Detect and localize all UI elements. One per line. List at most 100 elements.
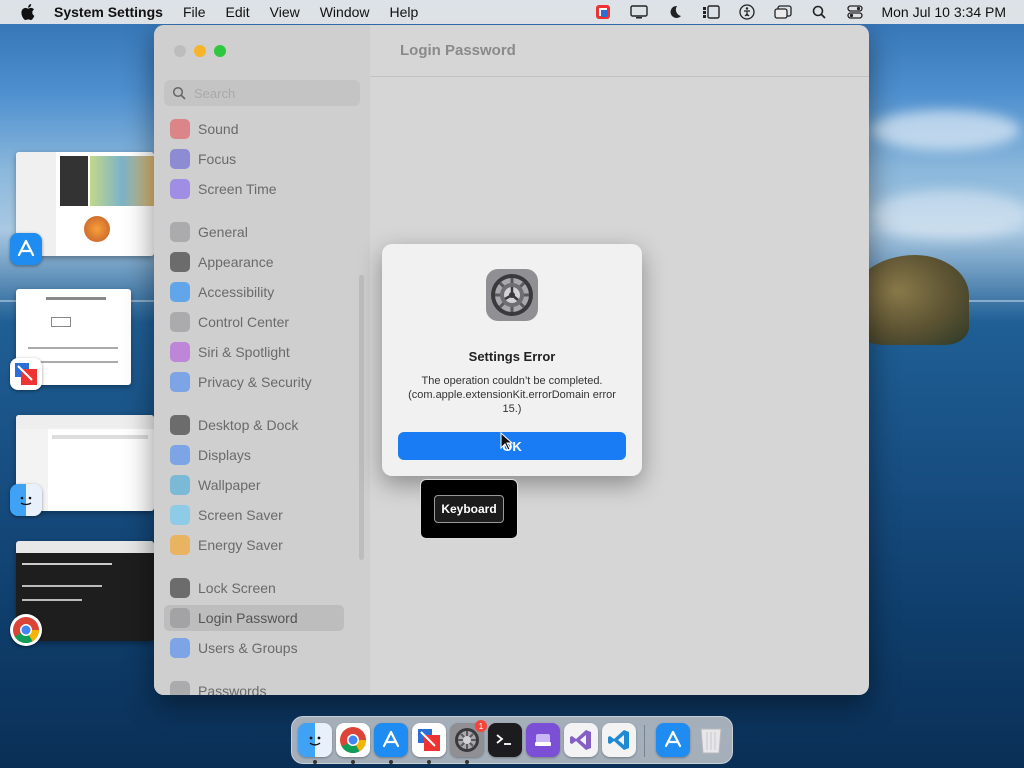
menu-help[interactable]: Help — [390, 4, 419, 20]
dock-downloads-app-store-icon[interactable] — [656, 723, 690, 757]
sidebar-item-screen-time[interactable]: Screen Time — [164, 176, 344, 202]
sidebar-item-label: Desktop & Dock — [198, 417, 299, 433]
dock-stack-icon[interactable] — [526, 723, 560, 757]
mouse-pointer-icon — [500, 432, 514, 451]
search-icon[interactable] — [809, 4, 829, 20]
sidebar-item-appearance[interactable]: Appearance — [164, 249, 344, 275]
dock-finder-icon[interactable] — [298, 723, 332, 757]
sidebar-item-label: Lock Screen — [198, 580, 276, 596]
accessibility-icon — [170, 282, 190, 302]
screen-saver-icon — [170, 505, 190, 525]
lock-icon — [170, 578, 190, 598]
menu-bar-clock[interactable]: Mon Jul 10 3:34 PM — [881, 4, 1006, 20]
sidebar-scrollbar[interactable] — [359, 275, 364, 560]
sidebar-item-label: Users & Groups — [198, 640, 298, 656]
sidebar-item-label: Screen Saver — [198, 507, 283, 523]
menu-view[interactable]: View — [270, 4, 300, 20]
sidebar-item-label: Siri & Spotlight — [198, 344, 290, 360]
menu-file[interactable]: File — [183, 4, 206, 20]
settings-sidebar: Sound Focus Screen Time General Appearance Ac… — [154, 25, 370, 695]
minimize-window-button[interactable] — [194, 45, 206, 57]
sidebar-item-privacy-security[interactable]: Privacy & Security — [164, 369, 344, 395]
keyboard-label: Keyboard — [434, 495, 504, 523]
sidebar-item-energy-saver[interactable]: Energy Saver — [164, 532, 344, 558]
sidebar-item-screen-saver[interactable]: Screen Saver — [164, 502, 344, 528]
gear-icon — [170, 222, 190, 242]
users-icon — [170, 638, 190, 658]
dock-parallels-icon[interactable] — [412, 723, 446, 757]
menu-edit[interactable]: Edit — [226, 4, 250, 20]
keyboard-popup: Keyboard — [420, 479, 518, 539]
sidebar-item-displays[interactable]: Displays — [164, 442, 344, 468]
sidebar-item-label: Wallpaper — [198, 477, 261, 493]
dock-vscode-icon[interactable] — [602, 723, 636, 757]
sidebar-item-sound[interactable]: Sound — [164, 116, 344, 142]
sound-icon — [170, 119, 190, 139]
sidebar-item-accessibility[interactable]: Accessibility — [164, 279, 344, 305]
lock-icon — [170, 608, 190, 628]
hourglass-icon — [170, 179, 190, 199]
accessibility-icon[interactable] — [737, 4, 757, 20]
dock-system-settings-icon[interactable]: 1 — [450, 720, 487, 757]
apple-menu-icon[interactable] — [18, 3, 38, 21]
sun-icon — [170, 445, 190, 465]
control-center-icon — [170, 312, 190, 332]
parallels-icon[interactable] — [10, 358, 42, 390]
sidebar-item-passwords[interactable]: Passwords — [164, 678, 344, 695]
dock: 1 — [291, 716, 733, 764]
sidebar-item-general[interactable]: General — [164, 219, 344, 245]
focus-moon-icon[interactable] — [665, 4, 685, 20]
app-menu-system-settings[interactable]: System Settings — [54, 4, 163, 20]
siri-icon — [170, 342, 190, 362]
sidebar-item-label: General — [198, 224, 248, 240]
focus-moon-icon — [170, 149, 190, 169]
sidebar-item-label: Passwords — [198, 683, 267, 695]
menu-window[interactable]: Window — [320, 4, 370, 20]
chrome-icon[interactable] — [10, 614, 42, 646]
search-icon — [172, 86, 186, 100]
sidebar-item-users-groups[interactable]: Users & Groups — [164, 635, 344, 661]
sidebar-item-label: Appearance — [198, 254, 274, 270]
finder-icon[interactable] — [10, 484, 42, 516]
sidebar-item-label: Privacy & Security — [198, 374, 312, 390]
page-title: Login Password — [400, 42, 516, 59]
sidebar-search[interactable] — [164, 80, 360, 106]
sidebar-item-label: Accessibility — [198, 284, 275, 300]
control-center-icon[interactable] — [845, 4, 865, 20]
appearance-icon — [170, 252, 190, 272]
sidebar-item-siri-spotlight[interactable]: Siri & Spotlight — [164, 339, 344, 365]
sidebar-item-label: Energy Saver — [198, 537, 283, 553]
sidebar-item-label: Sound — [198, 121, 239, 137]
key-icon — [170, 681, 190, 695]
sidebar-item-desktop-dock[interactable]: Desktop & Dock — [164, 412, 344, 438]
dock-trash-icon[interactable] — [694, 723, 728, 757]
dock-chrome-icon[interactable] — [336, 723, 370, 757]
system-settings-gear-icon — [486, 269, 538, 321]
sidebar-item-lock-screen[interactable]: Lock Screen — [164, 575, 344, 601]
dialog-title: Settings Error — [468, 349, 556, 364]
search-input[interactable] — [194, 85, 354, 101]
dock-app-store-icon[interactable] — [374, 723, 408, 757]
sidebar-item-wallpaper[interactable]: Wallpaper — [164, 472, 344, 498]
app-store-icon[interactable] — [10, 233, 42, 265]
dock-terminal-icon[interactable] — [488, 723, 522, 757]
close-window-button[interactable] — [174, 45, 186, 57]
content-header: Login Password — [370, 25, 869, 77]
zoom-window-button[interactable] — [214, 45, 226, 57]
window-icon[interactable] — [773, 4, 793, 20]
display-icon[interactable] — [629, 4, 649, 20]
sidebar-item-focus[interactable]: Focus — [164, 146, 344, 172]
sidebar-item-login-password[interactable]: Login Password — [164, 605, 344, 631]
sidebar-item-label: Displays — [198, 447, 251, 463]
parallels-icon[interactable] — [593, 4, 613, 20]
sidebar-item-control-center[interactable]: Control Center — [164, 309, 344, 335]
sidebar-item-label: Screen Time — [198, 181, 277, 197]
dock-separator — [644, 725, 645, 757]
menu-bar: System Settings File Edit View Window He… — [0, 0, 1024, 24]
battery-icon — [170, 535, 190, 555]
wallpaper-icon — [170, 475, 190, 495]
dialog-message: The operation couldn’t be completed. (co… — [408, 375, 616, 415]
dock-visual-studio-icon[interactable] — [564, 723, 598, 757]
sidebar-item-label: Focus — [198, 151, 237, 167]
stage-manager-icon[interactable] — [701, 4, 721, 20]
